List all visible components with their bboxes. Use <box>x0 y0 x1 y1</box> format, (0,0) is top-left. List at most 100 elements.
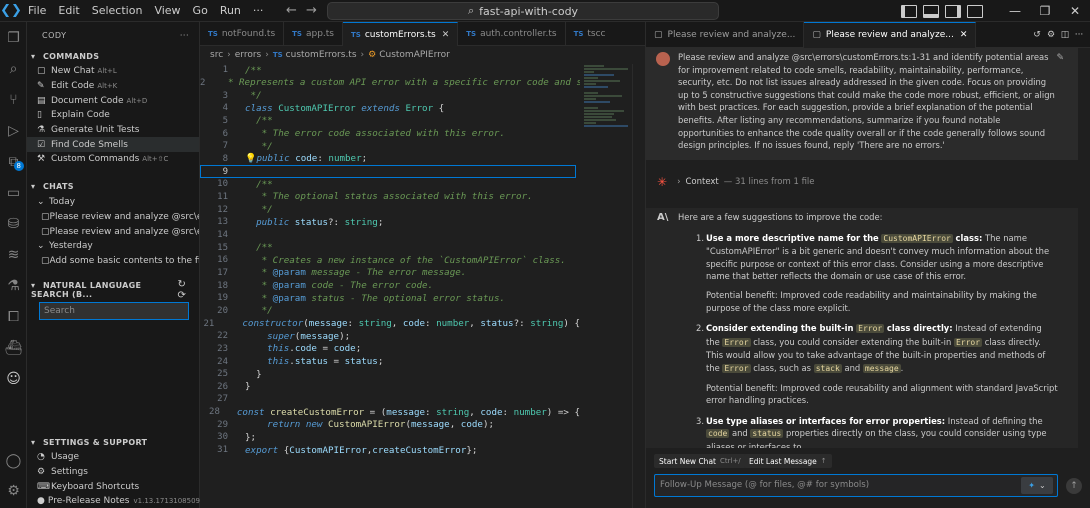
menu-file[interactable]: File <box>22 0 52 22</box>
refresh-icon[interactable]: ↻ ⟳ <box>178 279 195 301</box>
manage-gear-icon[interactable]: ⚙ <box>0 475 27 506</box>
customize-layout-icon[interactable] <box>967 4 983 18</box>
more-actions-icon[interactable]: ··· <box>180 31 189 40</box>
yesterday-group[interactable]: ⌄ Yesterday <box>27 239 199 254</box>
code-line[interactable]: 11 * The optional status associated with… <box>200 191 580 204</box>
chat-tab-active[interactable]: ▢ Please review and analyze... ✕ <box>804 21 977 48</box>
code-line[interactable]: 25 } <box>200 368 580 381</box>
settings-settings[interactable]: ⚙ Settings <box>27 465 200 480</box>
code-line[interactable]: 24 this.status = status; <box>200 355 580 368</box>
code-line[interactable]: 8 💡public code: number; <box>200 153 580 166</box>
tab-notfound[interactable]: TS notFound.ts <box>200 22 285 46</box>
editor-scrollbar[interactable] <box>632 64 645 508</box>
command-explain-code[interactable]: ▯ Explain Code <box>27 108 199 123</box>
outline-icon[interactable]: ⧠ <box>0 301 27 332</box>
minimap[interactable] <box>580 64 632 144</box>
toggle-secondary-sidebar-icon[interactable] <box>945 4 961 18</box>
edit-last-message-button[interactable]: Edit Last Message ↑ <box>744 454 832 468</box>
chat-tab[interactable]: ▢ Please review and analyze... <box>646 21 805 48</box>
menu-run[interactable]: Run <box>214 0 247 22</box>
code-line[interactable]: 31 export {CustomAPIError,createCustomErr… <box>200 444 580 457</box>
minimize-icon[interactable]: — <box>1000 4 1030 18</box>
today-group[interactable]: ⌄ Today <box>27 195 199 210</box>
menu-selection[interactable]: Selection <box>86 0 149 22</box>
more-actions-icon[interactable]: ··· <box>1072 30 1086 40</box>
code-line[interactable]: 15 /** <box>200 241 580 254</box>
explorer-icon[interactable]: ❐ <box>0 22 27 53</box>
code-line[interactable]: 29 return new CustomAPIError(message, co… <box>200 418 580 431</box>
code-line[interactable]: 12 */ <box>200 203 580 216</box>
settings-gear-icon[interactable]: ⚙ <box>1044 30 1058 40</box>
run-debug-icon[interactable]: ▷ <box>0 115 27 146</box>
code-line[interactable]: 21 constructor(message: string, code: nu… <box>200 317 580 330</box>
code-line[interactable]: 28 const createCustomError = (message: st… <box>200 406 580 419</box>
command-edit-code[interactable]: ✎ Edit Code Alt+K <box>27 79 199 94</box>
settings-usage[interactable]: ◔ Usage <box>27 450 200 465</box>
send-button[interactable]: ↑ <box>1066 478 1082 494</box>
settings-section-header[interactable]: ▾ SETTINGS & SUPPORT <box>27 434 200 450</box>
chat-history-item[interactable]: ▢ Please review and analyze @src\e... <box>27 210 199 225</box>
tab-auth-controller[interactable]: TS auth.controller.ts <box>458 22 566 46</box>
tab-tscc[interactable]: TS tscc <box>566 22 614 46</box>
start-new-chat-button[interactable]: Start New Chat Ctrl+/ <box>654 454 746 468</box>
chat-history-item[interactable]: ▢ Please review and analyze @src\e... <box>27 224 199 239</box>
menu-go[interactable]: Go <box>187 0 214 22</box>
layers-icon[interactable]: ≋ <box>0 239 27 270</box>
toggle-sidebar-icon[interactable] <box>901 4 917 18</box>
command-document-code[interactable]: ▤ Document Code Alt+D <box>27 93 199 108</box>
nl-search-section-header[interactable]: ▾ NATURAL LANGUAGE SEARCH (B... ↻ ⟳ <box>27 279 199 301</box>
code-line[interactable]: 13 public status?: string; <box>200 216 580 229</box>
code-line[interactable]: 22 super(message); <box>200 330 580 343</box>
breadcrumb-item[interactable]: errors <box>235 50 261 60</box>
code-line[interactable]: 16 * Creates a new instance of the `Cust… <box>200 254 580 267</box>
code-line[interactable]: 26} <box>200 381 580 394</box>
code-line[interactable]: 2 * Represents a custom API error with a… <box>200 77 580 90</box>
code-line[interactable]: 3 */ <box>200 89 580 102</box>
nl-search-input[interactable]: Search <box>39 302 189 321</box>
testing-icon[interactable]: ⚗ <box>0 270 27 301</box>
code-line[interactable]: 23 this.code = code; <box>200 343 580 356</box>
follow-up-message-input[interactable]: Follow-Up Message (@ for files, @# for s… <box>654 474 1058 497</box>
commands-section-header[interactable]: ▾ COMMANDS <box>27 48 199 64</box>
tab-app[interactable]: TS app.ts <box>284 22 343 46</box>
command-find-code-smells[interactable]: ☑ Find Code Smells <box>27 137 199 153</box>
code-line[interactable]: 19 * @param status - The optional error … <box>200 292 580 305</box>
docker-icon[interactable]: ⛴ <box>0 332 27 363</box>
context-row[interactable]: ✳ › Context — 31 lines from 1 file <box>646 174 1078 190</box>
code-line[interactable]: 17 * @param message - The error message. <box>200 267 580 280</box>
extensions-icon[interactable]: ⧉ 8 <box>0 146 27 177</box>
chat-history-item[interactable]: ▢ Add some basic contents to the fi... <box>27 254 199 269</box>
command-new-chat[interactable]: ▢ New Chat Alt+L <box>27 64 199 79</box>
code-line[interactable]: 27 <box>200 393 580 406</box>
restore-icon[interactable]: ❐ <box>1030 4 1060 18</box>
settings-release-notes[interactable]: ● Pre-Release Notes v1.13.1713108509 <box>27 494 200 508</box>
split-editor-icon[interactable]: ◫ <box>1058 30 1072 40</box>
forward-arrow-icon[interactable]: → <box>301 3 321 18</box>
model-selector-button[interactable]: ✦ ⌄ <box>1021 477 1053 494</box>
account-icon[interactable]: ◯ <box>0 445 27 476</box>
source-control-icon[interactable]: ⑂ <box>0 84 27 115</box>
breadcrumb-item[interactable]: CustomAPIError <box>379 50 450 60</box>
code-line[interactable]: 9 <box>200 165 576 178</box>
code-line[interactable]: 14 <box>200 229 580 242</box>
menu-edit[interactable]: Edit <box>52 0 85 22</box>
settings-keyboard-shortcuts[interactable]: ⌨ Keyboard Shortcuts <box>27 479 200 494</box>
cody-icon[interactable]: ☺ <box>0 363 27 394</box>
edit-pencil-icon[interactable]: ✎ <box>1056 52 1064 65</box>
history-icon[interactable]: ↺ <box>1030 30 1044 40</box>
code-line[interactable]: 1 /** <box>200 64 580 77</box>
code-line[interactable]: 20 */ <box>200 305 580 318</box>
close-window-icon[interactable]: ✕ <box>1060 4 1090 18</box>
command-generate-tests[interactable]: ⚗ Generate Unit Tests <box>27 123 199 138</box>
code-line[interactable]: 6 * The error code associated with this … <box>200 127 580 140</box>
menu-more[interactable]: ··· <box>247 0 270 22</box>
code-line[interactable]: 7 */ <box>200 140 580 153</box>
close-tab-icon[interactable]: ✕ <box>960 30 968 40</box>
command-center[interactable]: ⌕ fast-api-with-cody <box>327 2 719 20</box>
search-icon[interactable]: ⌕ <box>0 53 27 84</box>
close-tab-icon[interactable]: ✕ <box>442 30 450 40</box>
code-line[interactable]: 30}; <box>200 431 580 444</box>
remote-explorer-icon[interactable]: ▭ <box>0 177 27 208</box>
tab-customerrors[interactable]: TS customErrors.ts ✕ <box>343 22 459 46</box>
code-line[interactable]: 18 * @param code - The error code. <box>200 279 580 292</box>
